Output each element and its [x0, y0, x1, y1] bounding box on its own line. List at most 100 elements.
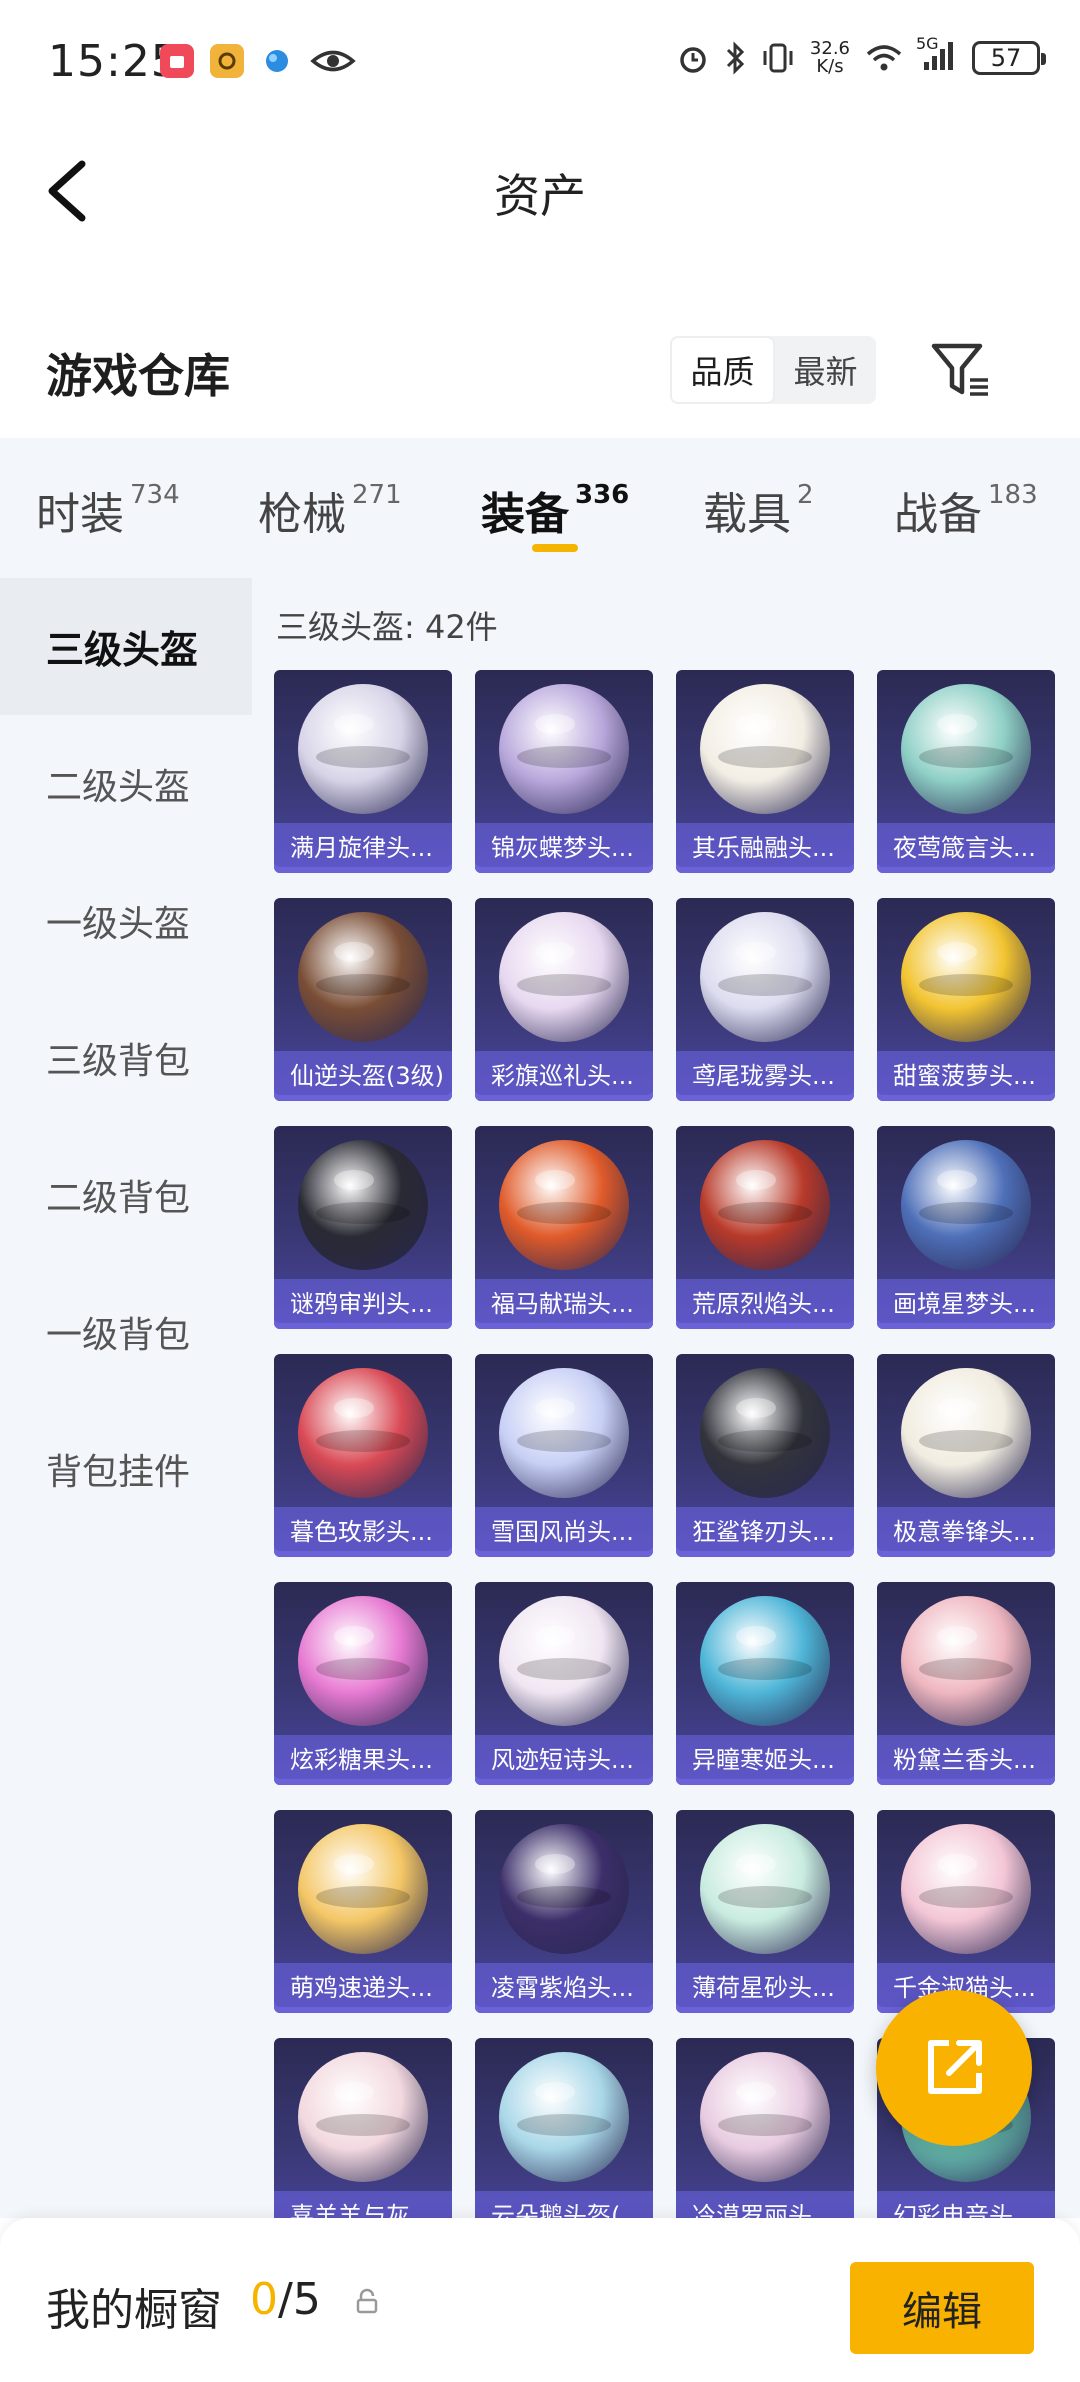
- helmet-image: [700, 684, 830, 814]
- helmet-item-card[interactable]: 谜鸦审判头...: [274, 1126, 452, 1329]
- helmet-item-name: 夜莺箴言头...: [877, 823, 1055, 867]
- helmet-image: [700, 1824, 830, 1954]
- helmet-item-name: 画境星梦头...: [877, 1279, 1055, 1323]
- filter-icon[interactable]: [928, 340, 992, 400]
- battery-indicator: 57: [972, 41, 1046, 75]
- helmet-item-card[interactable]: 彩旗巡礼头...: [475, 898, 653, 1101]
- showcase-label: 我的橱窗: [46, 2285, 222, 2336]
- sidebar-item-level1-helmet[interactable]: 一级头盔: [0, 852, 252, 989]
- net-speed-unit: K/s: [816, 56, 844, 77]
- helmet-item-card[interactable]: 夜莺箴言头...: [877, 670, 1055, 873]
- helmet-item-card[interactable]: 喜羊羊与灰...: [274, 2038, 452, 2218]
- helmet-item-card[interactable]: 凌霄紫焰头...: [475, 1810, 653, 2013]
- helmet-item-card[interactable]: 萌鸡速递头...: [274, 1810, 452, 2013]
- bluetooth-icon: [726, 41, 745, 75]
- helmet-item-name: 凌霄紫焰头...: [475, 1963, 653, 2007]
- tab-weapons-label: 枪械: [258, 489, 346, 540]
- sidebar-item-level1-backpack[interactable]: 一级背包: [0, 1263, 252, 1400]
- helmet-image: [298, 1368, 428, 1498]
- helmet-image: [901, 684, 1031, 814]
- tab-battle-gear[interactable]: 战备 183: [894, 478, 1038, 542]
- helmet-item-name: 彩旗巡礼头...: [475, 1051, 653, 1095]
- helmet-item-card[interactable]: 甜蜜菠萝头...: [877, 898, 1055, 1101]
- share-button[interactable]: [876, 1990, 1032, 2146]
- helmet-image: [700, 1140, 830, 1270]
- helmet-image: [298, 1140, 428, 1270]
- tab-vehicles[interactable]: 载具 2: [703, 478, 814, 542]
- share-external-icon: [928, 2040, 982, 2094]
- tab-vehicles-label: 载具: [703, 489, 791, 540]
- helmet-item-card[interactable]: 其乐融融头...: [676, 670, 854, 873]
- sidebar-item-level3-backpack[interactable]: 三级背包: [0, 989, 252, 1126]
- helmet-image: [700, 1596, 830, 1726]
- helmet-item-name: 异瞳寒姬头...: [676, 1735, 854, 1779]
- sidebar-item-backpack-pendant[interactable]: 背包挂件: [0, 1400, 252, 1537]
- helmet-item-name: 雪国风尚头...: [475, 1507, 653, 1551]
- sort-toggle: 品质 最新: [670, 336, 876, 404]
- net-speed: 32.6 K/s: [810, 40, 850, 76]
- status-bar: 15:25 32.6 K/s 5G 57: [0, 0, 1080, 130]
- edit-button[interactable]: 编辑: [850, 2262, 1034, 2354]
- app-blue-icon: [260, 44, 294, 78]
- helmet-item-card[interactable]: 雪国风尚头...: [475, 1354, 653, 1557]
- helmet-item-name: 福马献瑞头...: [475, 1279, 653, 1323]
- helmet-item-card[interactable]: 风迹短诗头...: [475, 1582, 653, 1785]
- app-red-icon: [160, 44, 194, 78]
- eye-icon: [310, 44, 356, 78]
- sidebar-item-level3-helmet[interactable]: 三级头盔: [0, 578, 252, 715]
- showcase-count: 0/5: [250, 2274, 321, 2325]
- helmet-item-card[interactable]: 异瞳寒姬头...: [676, 1582, 854, 1785]
- helmet-item-card[interactable]: 炫彩糖果头...: [274, 1582, 452, 1785]
- helmet-item-card[interactable]: 冷漠罗丽头...: [676, 2038, 854, 2218]
- helmet-item-card[interactable]: 暮色玫影头...: [274, 1354, 452, 1557]
- sort-latest-button[interactable]: 最新: [775, 336, 876, 404]
- vibrate-icon: [763, 43, 793, 73]
- item-content: 三级头盔: 42件 满月旋律头... 锦灰蝶梦头... 其乐融融头... 夜莺箴言头.…: [252, 578, 1080, 2218]
- helmet-image: [499, 684, 629, 814]
- helmet-item-name: 云朵鹅头盔(...: [475, 2191, 653, 2218]
- helmet-item-card[interactable]: 锦灰蝶梦头...: [475, 670, 653, 873]
- helmet-item-card[interactable]: 画境星梦头...: [877, 1126, 1055, 1329]
- tab-fashion-label: 时装: [36, 489, 124, 540]
- helmet-image: [298, 1596, 428, 1726]
- page-title: 资产: [494, 169, 586, 223]
- helmet-item-name: 仙逆头盔(3级): [274, 1051, 452, 1095]
- helmet-item-card[interactable]: 粉黛兰香头...: [877, 1582, 1055, 1785]
- helmet-item-card[interactable]: 极意拳锋头...: [877, 1354, 1055, 1557]
- helmet-image: [298, 1824, 428, 1954]
- tab-equipment-label: 装备: [481, 489, 569, 540]
- helmet-item-name: 幻彩电音头...: [877, 2191, 1055, 2218]
- item-grid: 满月旋律头... 锦灰蝶梦头... 其乐融融头... 夜莺箴言头... 仙逆头盔(3级)…: [274, 670, 1080, 2218]
- helmet-item-card[interactable]: 云朵鹅头盔(...: [475, 2038, 653, 2218]
- app-screen: 15:25 32.6 K/s 5G 57 资产 游戏仓库 品质 最新 时装 73…: [0, 0, 1080, 2382]
- helmet-item-card[interactable]: 荒原烈焰头...: [676, 1126, 854, 1329]
- helmet-item-card[interactable]: 仙逆头盔(3级): [274, 898, 452, 1101]
- helmet-image: [700, 2052, 830, 2182]
- tab-equipment[interactable]: 装备 336: [481, 478, 629, 542]
- tab-fashion[interactable]: 时装 734: [36, 478, 180, 542]
- helmet-item-card[interactable]: 薄荷星砂头...: [676, 1810, 854, 2013]
- helmet-item-card[interactable]: 满月旋律头...: [274, 670, 452, 873]
- sidebar-item-level2-backpack[interactable]: 二级背包: [0, 1126, 252, 1263]
- signal-group: 5G: [916, 34, 958, 76]
- helmet-item-card[interactable]: 千金淑猫头...: [877, 1810, 1055, 2013]
- helmet-image: [298, 912, 428, 1042]
- tab-weapons[interactable]: 枪械 271: [258, 478, 402, 542]
- helmet-item-name: 萌鸡速递头...: [274, 1963, 452, 2007]
- helmet-item-card[interactable]: 狂鲨锋刃头...: [676, 1354, 854, 1557]
- tab-weapons-count: 271: [352, 480, 402, 510]
- helmet-item-card[interactable]: 鸢尾珑雾头...: [676, 898, 854, 1101]
- helmet-image: [298, 2052, 428, 2182]
- subcategory-sidebar: 三级头盔 二级头盔 一级头盔 三级背包 二级背包 一级背包 背包挂件: [0, 578, 252, 2218]
- helmet-image: [901, 1368, 1031, 1498]
- tab-fashion-count: 734: [130, 480, 180, 510]
- helmet-image: [901, 1596, 1031, 1726]
- helmet-item-name: 炫彩糖果头...: [274, 1735, 452, 1779]
- status-right-icons: 32.6 K/s 5G 57: [676, 34, 1046, 76]
- showcase-count-current: 0: [250, 2274, 278, 2325]
- sidebar-item-level2-helmet[interactable]: 二级头盔: [0, 715, 252, 852]
- sort-quality-button[interactable]: 品质: [670, 336, 775, 404]
- helmet-item-card[interactable]: 福马献瑞头...: [475, 1126, 653, 1329]
- tab-active-indicator: [532, 544, 578, 552]
- helmet-image: [901, 1140, 1031, 1270]
